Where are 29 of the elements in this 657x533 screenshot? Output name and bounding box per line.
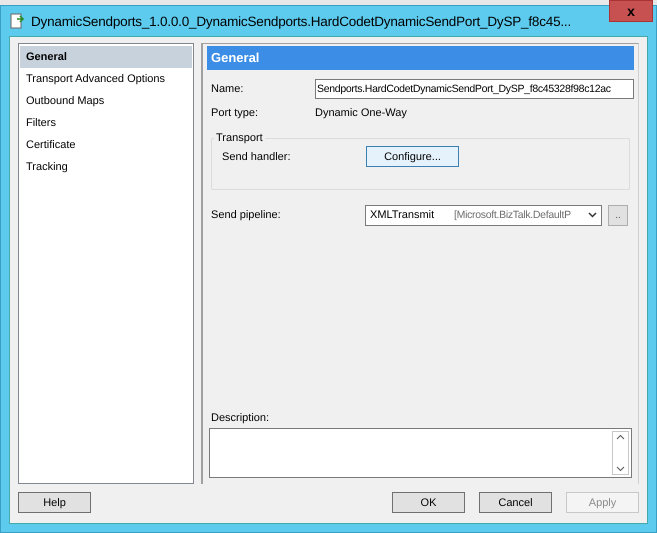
field-label: Port type:	[211, 107, 260, 119]
browse-button[interactable]: ..	[608, 204, 628, 226]
category-item[interactable]: Transport Advanced Options	[20, 68, 192, 90]
dialog-button[interactable]: Help	[18, 492, 91, 513]
document-icon	[9, 13, 25, 29]
configure-button[interactable]: Configure...	[366, 146, 459, 167]
field-label: Send handler:	[222, 150, 292, 162]
category-item[interactable]: General	[20, 46, 192, 68]
field-label: Description:	[210, 412, 270, 424]
category-item[interactable]: Certificate	[20, 134, 192, 156]
scrollbar[interactable]	[612, 431, 629, 475]
category-item[interactable]: Outbound Maps	[20, 90, 192, 112]
field-label: Name:	[211, 83, 244, 95]
field-label: Send pipeline:	[211, 209, 282, 221]
close-button[interactable]: x	[609, 0, 653, 22]
scroll-up-icon[interactable]	[616, 434, 625, 440]
category-item[interactable]: Filters	[20, 112, 192, 134]
window-title: DynamicSendports_1.0.0.0_DynamicSendports.HardCodetDynamicSendPort_DySP_f8c45...	[31, 14, 572, 28]
chevron-down-icon	[588, 212, 597, 218]
dialog-button[interactable]: Cancel	[479, 492, 552, 513]
group-title: Transport	[215, 132, 264, 144]
description-field[interactable]	[209, 428, 632, 478]
pipeline-dropdown[interactable]: XMLTransmit [Microsoft.BizTalk.DefaultP	[365, 204, 602, 226]
category-item[interactable]: Tracking	[20, 156, 192, 178]
panel-header: General	[207, 46, 634, 70]
port-type-value: Dynamic One-Way	[315, 107, 407, 119]
dialog-button[interactable]: OK	[392, 492, 465, 513]
scroll-down-icon[interactable]	[616, 466, 625, 472]
name-field[interactable]: Sendports.HardCodetDynamicSendPort_DySP_f8c45328f98c12ac	[315, 79, 634, 99]
